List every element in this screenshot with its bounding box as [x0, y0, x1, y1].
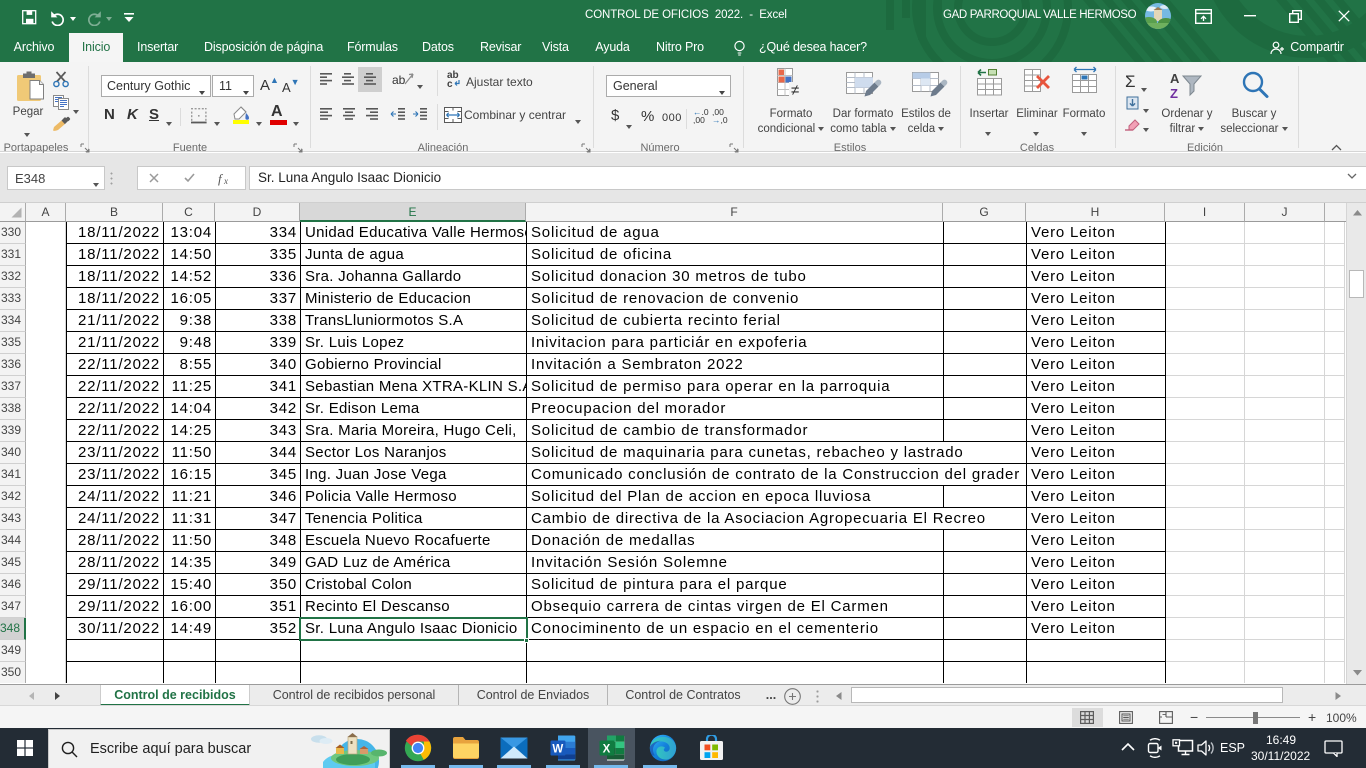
svg-text:X: X — [603, 743, 611, 755]
svg-text:W: W — [552, 743, 563, 755]
svg-text:ab: ab — [392, 73, 406, 87]
svg-text:A: A — [1170, 71, 1180, 86]
svg-text:c: c — [447, 79, 453, 89]
svg-text:≠: ≠ — [791, 82, 799, 99]
svg-text:Z: Z — [1170, 86, 1178, 100]
svg-text:x: x — [223, 176, 228, 186]
